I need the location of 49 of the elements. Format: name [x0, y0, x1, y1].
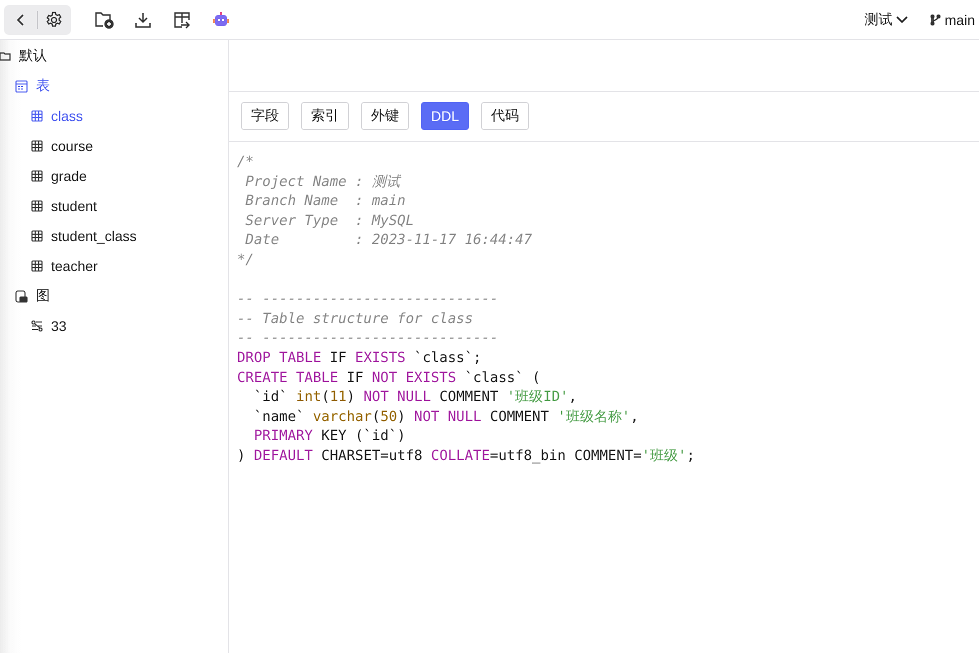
download-icon — [134, 10, 152, 28]
code-comment: -- ---------------------------- — [237, 329, 498, 348]
tab[interactable]: DDL — [421, 102, 470, 130]
tree-item[interactable]: 表 — [0, 71, 228, 101]
chevron-down-icon — [896, 16, 908, 24]
tree-item[interactable]: course — [0, 131, 228, 161]
table-icon — [31, 260, 43, 272]
diagram-group-icon — [15, 290, 28, 302]
code-line: CREATE TABLE IF NOT EXISTS `class` ( — [237, 368, 540, 388]
tree-item[interactable]: student_class — [0, 221, 228, 251]
tab[interactable]: 索引 — [301, 102, 349, 130]
code-comment: -- ---------------------------- — [237, 290, 498, 310]
table-icon — [31, 170, 43, 182]
settings-icon — [45, 10, 63, 28]
tree-item[interactable]: grade — [0, 161, 228, 191]
tree-item[interactable]: class — [0, 101, 228, 131]
table-icon — [31, 200, 43, 212]
tree-item[interactable]: student — [0, 191, 228, 221]
code-line: PRIMARY KEY (`id`) — [252, 427, 406, 446]
tree-item[interactable]: 33 — [0, 311, 228, 341]
code-comment: */ — [237, 250, 254, 270]
table-icon — [31, 110, 43, 122]
tree-item[interactable]: 图 — [0, 281, 228, 311]
table-icon — [31, 140, 43, 152]
folder-add-icon — [94, 10, 114, 28]
tab[interactable]: 外键 — [361, 102, 409, 130]
code-line: `name` varchar(50) NOT NULL COMMENT '班级名称', — [252, 408, 639, 427]
table-group-icon — [15, 80, 28, 92]
code-comment: Project Name : 测试 — [244, 172, 400, 192]
folder-icon — [0, 50, 11, 62]
branch-selector[interactable]: main — [930, 12, 975, 28]
code-comment: /* — [237, 153, 254, 172]
tab[interactable]: 字段 — [241, 102, 289, 130]
tab[interactable]: 代码 — [481, 102, 530, 130]
code-line: DROP TABLE IF EXISTS `class`; — [237, 348, 482, 368]
code-comment: Server Type : MySQL — [244, 212, 414, 231]
code-line: ) DEFAULT CHARSET=utf8 COLLATE=utf8_bin COMMENT='班级'; — [237, 446, 695, 466]
code-comment: Branch Name : main — [244, 192, 406, 212]
branch-icon — [930, 14, 941, 26]
table-arrow-icon — [173, 10, 191, 28]
code-line: `id` int(11) NOT NULL COMMENT '班级ID', — [252, 388, 577, 408]
code-comment: -- Table structure for class — [237, 310, 474, 329]
robot-icon — [212, 10, 230, 28]
table-icon — [31, 230, 43, 242]
tree-item[interactable]: 默认 — [0, 41, 228, 71]
project-dropdown[interactable]: 测试 — [864, 10, 908, 28]
code-comment: Date : 2023-11-17 16:44:47 — [244, 231, 532, 250]
tree-item[interactable]: teacher — [0, 251, 228, 281]
diagram-icon — [31, 320, 43, 332]
